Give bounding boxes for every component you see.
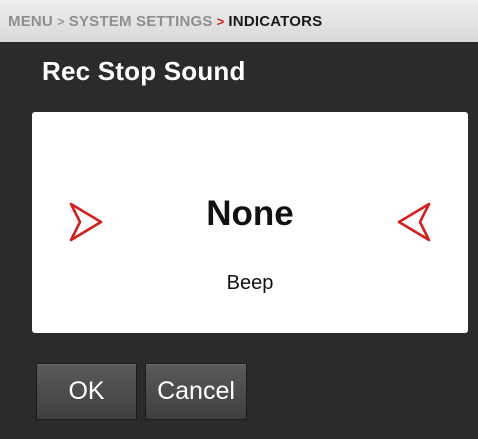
option-picker: None Beep [32,112,468,333]
breadcrumb: MENU > SYSTEM SETTINGS > INDICATORS [0,0,478,42]
next-option[interactable]: Beep [32,272,468,295]
page-title: Rec Stop Sound [42,56,246,86]
chevron-left-outline-icon[interactable] [396,201,432,243]
cancel-button[interactable]: Cancel [145,363,247,420]
breadcrumb-indicators: INDICATORS [228,12,323,30]
breadcrumb-separator-active: > [216,13,225,29]
breadcrumb-menu[interactable]: MENU [8,13,53,30]
breadcrumb-separator: > [56,13,65,29]
breadcrumb-system-settings[interactable]: SYSTEM SETTINGS [69,13,213,30]
ok-button[interactable]: OK [36,363,137,420]
